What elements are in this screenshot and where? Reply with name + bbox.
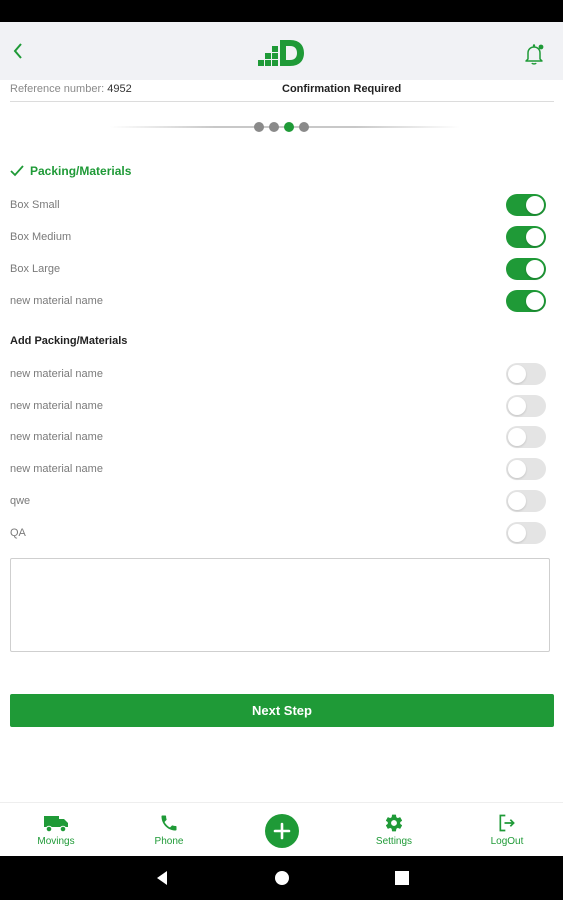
toggle-knob <box>526 228 544 246</box>
nav-label: Movings <box>37 836 75 847</box>
material-toggle[interactable] <box>506 258 546 280</box>
notes-textarea[interactable] <box>10 558 550 652</box>
toggle-knob <box>508 428 526 446</box>
add-material-row: new material name <box>10 395 546 419</box>
gear-icon <box>381 811 407 835</box>
packing-row: Box Medium <box>10 226 546 250</box>
material-label: new material name <box>10 400 103 412</box>
material-toggle[interactable] <box>506 522 546 544</box>
order-info-row: Reference number: 4952 Confirmation Requ… <box>10 80 554 102</box>
notification-bell-icon <box>525 44 544 65</box>
app-bar <box>0 22 563 80</box>
bottom-navigation: Movings Phone Settings LogOut <box>0 802 563 856</box>
notification-button[interactable] <box>522 42 552 72</box>
add-material-row: new material name <box>10 426 546 450</box>
material-toggle[interactable] <box>506 226 546 248</box>
material-label: new material name <box>10 431 103 443</box>
toggle-knob <box>508 524 526 542</box>
status-text: Confirmation Required <box>282 83 402 95</box>
app-logo <box>258 40 304 66</box>
nav-label: Settings <box>375 836 413 847</box>
system-back-icon[interactable] <box>152 868 172 888</box>
add-packing-title: Add Packing/Materials <box>10 335 128 347</box>
status-bar <box>0 0 563 22</box>
chevron-left-icon <box>13 43 22 59</box>
material-label: new material name <box>10 463 103 475</box>
material-toggle[interactable] <box>506 426 546 448</box>
toggle-knob <box>526 196 544 214</box>
main-content: Reference number: 4952 Confirmation Requ… <box>0 80 563 802</box>
nav-label: Phone <box>154 836 184 847</box>
step-dot-2 <box>269 122 279 132</box>
step-dot-4 <box>299 122 309 132</box>
step-indicator <box>110 116 460 136</box>
system-navigation-bar <box>0 856 563 900</box>
packing-title: Packing/Materials <box>30 164 132 178</box>
material-label: Box Small <box>10 199 60 211</box>
material-toggle[interactable] <box>506 395 546 417</box>
material-label: QA <box>10 527 26 539</box>
material-toggle[interactable] <box>506 194 546 216</box>
toggle-knob <box>508 397 526 415</box>
logout-icon <box>494 811 520 835</box>
packing-section-header: Packing/Materials <box>10 164 131 178</box>
nav-logout[interactable]: LogOut <box>462 803 552 857</box>
material-label: Box Large <box>10 263 61 275</box>
truck-icon <box>43 811 69 835</box>
packing-row: Box Small <box>10 194 546 218</box>
toggle-knob <box>508 492 526 510</box>
nav-phone[interactable]: Phone <box>124 803 214 857</box>
toggle-knob <box>508 460 526 478</box>
material-toggle[interactable] <box>506 290 546 312</box>
material-toggle[interactable] <box>506 363 546 385</box>
nav-label: LogOut <box>490 836 524 847</box>
add-material-row: new material name <box>10 458 546 482</box>
nav-settings[interactable]: Settings <box>349 803 439 857</box>
plus-icon <box>273 822 291 840</box>
add-material-row: new material name <box>10 363 546 387</box>
reference-number: 4952 <box>107 83 132 95</box>
add-button[interactable] <box>265 814 299 848</box>
material-toggle[interactable] <box>506 490 546 512</box>
packing-row: Box Large <box>10 258 546 282</box>
back-button[interactable] <box>6 36 30 66</box>
reference-label: Reference number: 4952 <box>10 83 132 95</box>
toggle-knob <box>526 260 544 278</box>
material-label: new material name <box>10 295 103 307</box>
nav-movings[interactable]: Movings <box>11 803 101 857</box>
next-step-button[interactable]: Next Step <box>10 694 554 727</box>
add-material-row: QA <box>10 522 546 546</box>
system-home-icon[interactable] <box>272 868 292 888</box>
checkmark-icon <box>10 165 24 177</box>
material-label: qwe <box>10 495 31 507</box>
toggle-knob <box>526 292 544 310</box>
material-label: new material name <box>10 368 103 380</box>
material-toggle[interactable] <box>506 458 546 480</box>
material-label: Box Medium <box>10 231 72 243</box>
add-material-row: qwe <box>10 490 546 514</box>
step-dot-1 <box>254 122 264 132</box>
system-recents-icon[interactable] <box>392 868 412 888</box>
packing-row: new material name <box>10 290 546 314</box>
toggle-knob <box>508 365 526 383</box>
step-dot-3 <box>284 122 294 132</box>
phone-icon <box>156 811 182 835</box>
